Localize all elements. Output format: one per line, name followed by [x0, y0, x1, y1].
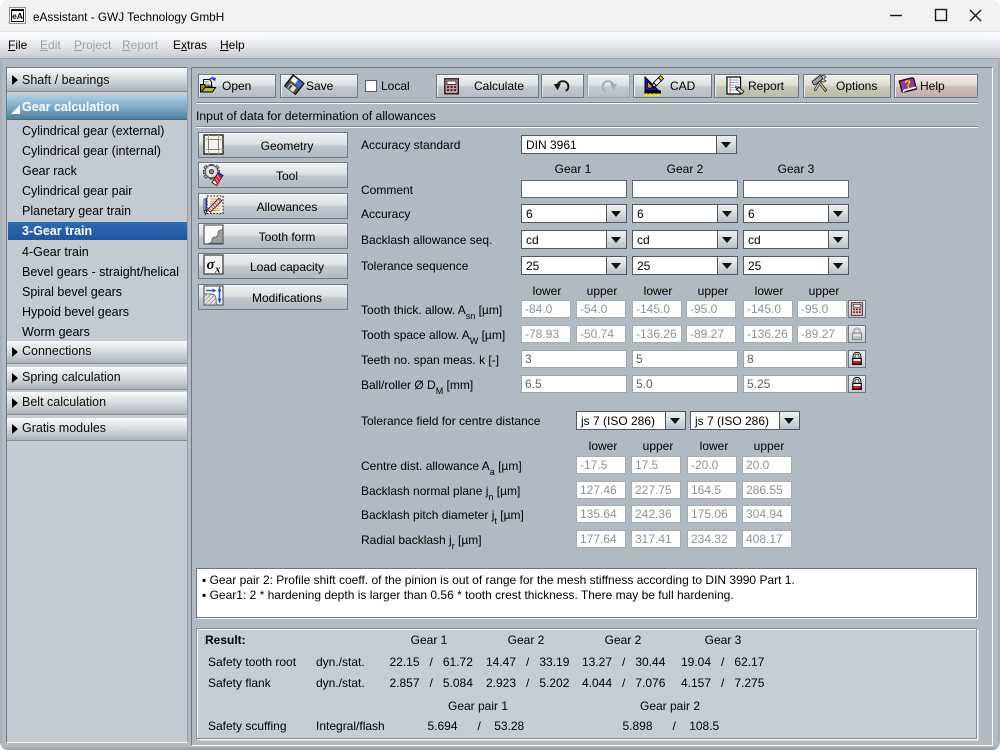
svg-text:x: x	[214, 264, 221, 276]
